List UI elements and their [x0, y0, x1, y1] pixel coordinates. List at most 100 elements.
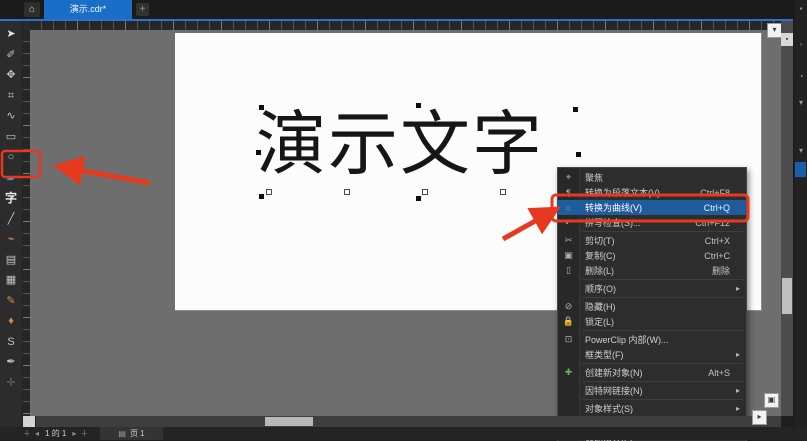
character-node[interactable] — [422, 189, 428, 195]
next-page-button[interactable]: ▸ — [72, 427, 76, 440]
menu-item-shortcut: 删除 — [712, 264, 736, 277]
vertical-scrollbar[interactable] — [781, 21, 793, 416]
line-tool[interactable]: ╱ — [0, 209, 22, 229]
docker-menu-icon[interactable]: ▪ — [794, 4, 807, 13]
selection-handle-sw[interactable] — [259, 194, 264, 199]
submenu-arrow-icon: ▸ — [736, 386, 746, 395]
artistic-text-object[interactable]: 演示文字 — [256, 96, 586, 196]
curve-tool[interactable]: ∿ — [0, 106, 22, 126]
selection-handle-e[interactable] — [576, 152, 581, 157]
add-page-button-left[interactable]: ＋ — [23, 427, 31, 440]
eye-slash-icon: ⊘ — [558, 301, 579, 312]
page-tab[interactable]: ▤ 页 1 — [100, 427, 162, 440]
menu-item-shortcut: Ctrl+X — [705, 236, 736, 246]
ellipse-tool[interactable]: ○ — [0, 147, 22, 167]
menu-item-convert-paragraph-text[interactable]: ¶转换为段落文本(V)Ctrl+F8 — [558, 185, 746, 200]
menu-item-label: 拼写检查(S)... — [579, 216, 695, 229]
vertical-scrollbar-thumb[interactable] — [782, 278, 792, 314]
menu-item-convert-to-curves[interactable]: ○转换为曲线(V)Ctrl+Q — [558, 200, 746, 215]
horizontal-scrollbar[interactable] — [36, 416, 781, 427]
submenu-arrow-icon: ▸ — [736, 404, 746, 413]
fill-tool[interactable]: ▰ — [0, 168, 22, 188]
menu-item-powerclip-inside[interactable]: ⊡PowerClip 内部(W)... — [558, 332, 746, 347]
selection-handle-w[interactable] — [256, 150, 261, 155]
menu-item-spell-check[interactable]: ✓拼写检查(S)...Ctrl+F12 — [558, 215, 746, 230]
page-bar: ＋ ◂ 1 的 1 ▸ ＋ ▤ 页 1 — [0, 427, 807, 440]
crop-tool[interactable]: ⌗ — [0, 86, 22, 106]
menu-item-label: 转换为曲线(V) — [579, 201, 704, 214]
menu-item-shortcut: Ctrl+Q — [704, 203, 736, 213]
menu-item-cut[interactable]: ✂剪切(T)Ctrl+X — [558, 233, 746, 248]
menu-item-label: 聚焦 — [579, 171, 730, 184]
vertical-ruler — [22, 30, 30, 416]
menu-item-internet-links[interactable]: 因特网链接(N)▸ — [558, 383, 746, 398]
scissors-icon: ✂ — [558, 235, 579, 246]
menu-item-focus[interactable]: ⌖聚焦 — [558, 170, 746, 185]
menu-item-frame-type[interactable]: 框类型(F)▸ — [558, 347, 746, 362]
menu-item-label: PowerClip 内部(W)... — [579, 333, 730, 346]
menu-item-label: 对象样式(S) — [579, 402, 730, 415]
smart-fill-tool[interactable]: ♦ — [0, 311, 22, 331]
new-object-icon: ✚ — [558, 367, 579, 378]
spellcheck-icon: ✓ — [558, 217, 579, 228]
selection-handle-nw[interactable] — [259, 105, 264, 110]
scroll-up-button[interactable]: ▪ — [781, 33, 793, 46]
free-transform-tool[interactable]: ✥ — [0, 65, 22, 85]
ruler-options-button[interactable]: ▾ — [767, 23, 782, 38]
page-tab-label: 页 1 — [130, 428, 145, 439]
context-menu: ⌖聚焦¶转换为段落文本(V)Ctrl+F8○转换为曲线(V)Ctrl+Q✓拼写检… — [557, 167, 747, 441]
horizontal-scrollbar-thumb[interactable] — [265, 417, 313, 426]
menu-item-lock[interactable]: 🔒锁定(L) — [558, 314, 746, 329]
paragraph-text-icon: ¶ — [558, 188, 579, 198]
menu-item-label: 转换为段落文本(V) — [579, 186, 700, 199]
menu-item-delete[interactable]: ▯删除(L)删除 — [558, 263, 746, 278]
menu-item-object-styles[interactable]: 对象样式(S) ▸ — [558, 401, 746, 416]
pick-tool[interactable]: ➤ — [0, 24, 22, 44]
toolbox: ➤✐✥⌗∿▭○▰字╱⌁▤▦✎♦S✒✛ — [0, 21, 23, 440]
horizontal-ruler — [30, 21, 781, 30]
page-icon: ▤ — [118, 429, 126, 438]
dimension-tool[interactable]: ⌁ — [0, 229, 22, 249]
docker-dropdown-icon-1[interactable]: ▾ — [794, 98, 807, 107]
docker-color-icon[interactable]: ◔ — [794, 72, 807, 81]
character-node[interactable] — [344, 189, 350, 195]
menu-item-order[interactable]: 顺序(O)▸ — [558, 281, 746, 296]
rectangle-tool[interactable]: ▭ — [0, 127, 22, 147]
docker-dropdown-icon-2[interactable]: ▾ — [794, 146, 807, 155]
shape-tool[interactable]: ✐ — [0, 45, 22, 65]
selection-handle-n[interactable] — [416, 103, 421, 108]
twirl-tool[interactable]: S — [0, 332, 22, 352]
add-tool-button[interactable]: ✛ — [0, 373, 22, 393]
menu-item-copy[interactable]: ▣复制(C)Ctrl+C — [558, 248, 746, 263]
copy-icon: ▣ — [558, 250, 579, 261]
character-node[interactable] — [266, 189, 272, 195]
pen-tool[interactable]: ✒ — [0, 352, 22, 372]
menu-item-shortcut: Ctrl+F8 — [700, 188, 736, 198]
menu-item-label: 剪切(T) — [579, 234, 705, 247]
new-document-button[interactable]: + — [136, 3, 149, 16]
text-tool[interactable]: 字 — [0, 188, 22, 208]
home-icon[interactable]: ⌂ — [24, 2, 40, 17]
pattern-tool[interactable]: ▦ — [0, 270, 22, 290]
scroll-left-button[interactable] — [23, 416, 35, 427]
eyedropper-tool[interactable]: ✎ — [0, 291, 22, 311]
character-node[interactable] — [500, 189, 506, 195]
docker-collapse-button[interactable]: ▫ — [794, 40, 807, 49]
trash-icon: ▯ — [558, 265, 579, 276]
add-page-button-right[interactable]: ＋ — [80, 427, 88, 440]
selection-handle-ne[interactable] — [573, 107, 578, 112]
document-navigator-button[interactable]: ▣ — [764, 393, 779, 408]
prev-page-button[interactable]: ◂ — [35, 427, 39, 440]
selection-handle-s[interactable] — [416, 196, 421, 201]
page-indicator: 1 的 1 — [43, 428, 68, 439]
focus-icon: ⌖ — [558, 172, 579, 183]
document-tab[interactable]: 演示.cdr* — [44, 0, 132, 19]
page-flip-button[interactable]: ▸ — [752, 410, 767, 425]
artistic-media-tool[interactable]: ▤ — [0, 250, 22, 270]
menu-item-label: 隐藏(H) — [579, 300, 730, 313]
menu-item-hide[interactable]: ⊘隐藏(H) — [558, 299, 746, 314]
menu-item-label: 复制(C) — [579, 249, 704, 262]
color-swatch[interactable] — [795, 162, 806, 177]
menu-item-label: 创建新对象(N) — [579, 366, 708, 379]
menu-item-create-new-object[interactable]: ✚创建新对象(N)Alt+S — [558, 365, 746, 380]
